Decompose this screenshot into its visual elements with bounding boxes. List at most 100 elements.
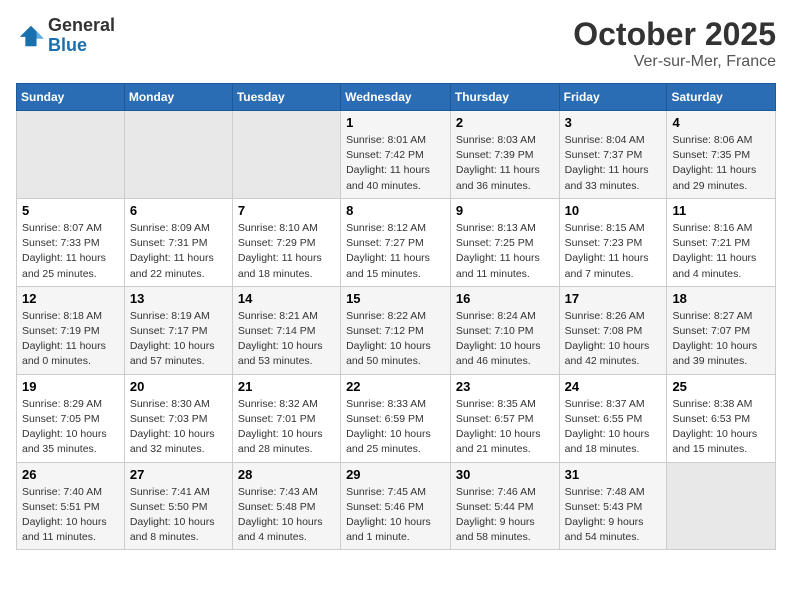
day-info: Sunrise: 8:18 AM Sunset: 7:19 PM Dayligh… xyxy=(22,309,119,370)
day-info: Sunrise: 8:38 AM Sunset: 6:53 PM Dayligh… xyxy=(672,397,770,458)
day-number: 25 xyxy=(672,379,770,394)
day-info: Sunrise: 8:06 AM Sunset: 7:35 PM Dayligh… xyxy=(672,133,770,194)
calendar-body: 1Sunrise: 8:01 AM Sunset: 7:42 PM Daylig… xyxy=(17,111,776,550)
day-cell: 29Sunrise: 7:45 AM Sunset: 5:46 PM Dayli… xyxy=(341,462,451,550)
day-number: 4 xyxy=(672,115,770,130)
day-cell: 1Sunrise: 8:01 AM Sunset: 7:42 PM Daylig… xyxy=(341,111,451,199)
week-row-3: 12 Sunrise: 8:18 AM Sunset: 7:19 PM Dayli… xyxy=(17,286,776,374)
day-number: 7 xyxy=(238,203,335,218)
day-cell xyxy=(17,111,125,199)
day-cell: 22 Sunrise: 8:33 AM Sunset: 6:59 PM Dayli… xyxy=(341,374,451,462)
day-cell: 15 Sunrise: 8:22 AM Sunset: 7:12 PM Dayli… xyxy=(341,286,451,374)
day-cell: 24 Sunrise: 8:37 AM Sunset: 6:55 PM Dayli… xyxy=(559,374,667,462)
day-info: Sunrise: 8:19 AM Sunset: 7:17 PM Dayligh… xyxy=(130,309,227,370)
day-info: Sunrise: 8:13 AM Sunset: 7:25 PM Dayligh… xyxy=(456,221,554,282)
day-number: 31 xyxy=(565,467,662,482)
day-number: 15 xyxy=(346,291,445,306)
day-number: 21 xyxy=(238,379,335,394)
header-cell-friday: Friday xyxy=(559,84,667,111)
day-info: Sunrise: 8:27 AM Sunset: 7:07 PM Dayligh… xyxy=(672,309,770,370)
day-info: Sunrise: 7:46 AM Sunset: 5:44 PM Dayligh… xyxy=(456,485,554,546)
header-cell-wednesday: Wednesday xyxy=(341,84,451,111)
day-cell: 11 Sunrise: 8:16 AM Sunset: 7:21 PM Dayli… xyxy=(667,198,776,286)
day-info: Sunrise: 8:24 AM Sunset: 7:10 PM Dayligh… xyxy=(456,309,554,370)
day-cell: 31 Sunrise: 7:48 AM Sunset: 5:43 PM Dayli… xyxy=(559,462,667,550)
day-info: Sunrise: 8:29 AM Sunset: 7:05 PM Dayligh… xyxy=(22,397,119,458)
day-info: Sunrise: 8:21 AM Sunset: 7:14 PM Dayligh… xyxy=(238,309,335,370)
day-info: Sunrise: 8:07 AM Sunset: 7:33 PM Dayligh… xyxy=(22,221,119,282)
day-info: Sunrise: 8:12 AM Sunset: 7:27 PM Dayligh… xyxy=(346,221,445,282)
day-cell: 26 Sunrise: 7:40 AM Sunset: 5:51 PM Dayli… xyxy=(17,462,125,550)
logo-text: General Blue xyxy=(48,16,115,56)
day-number: 3 xyxy=(565,115,662,130)
day-info: Sunrise: 7:48 AM Sunset: 5:43 PM Dayligh… xyxy=(565,485,662,546)
day-number: 20 xyxy=(130,379,227,394)
day-number: 24 xyxy=(565,379,662,394)
day-info: Sunrise: 7:41 AM Sunset: 5:50 PM Dayligh… xyxy=(130,485,227,546)
day-cell: 14Sunrise: 8:21 AM Sunset: 7:14 PM Dayli… xyxy=(232,286,340,374)
week-row-4: 19 Sunrise: 8:29 AM Sunset: 7:05 PM Dayli… xyxy=(17,374,776,462)
day-number: 22 xyxy=(346,379,445,394)
day-info: Sunrise: 7:40 AM Sunset: 5:51 PM Dayligh… xyxy=(22,485,119,546)
day-cell: 3Sunrise: 8:04 AM Sunset: 7:37 PM Daylig… xyxy=(559,111,667,199)
day-info: Sunrise: 8:09 AM Sunset: 7:31 PM Dayligh… xyxy=(130,221,227,282)
header-row: SundayMondayTuesdayWednesdayThursdayFrid… xyxy=(17,84,776,111)
week-row-2: 5 Sunrise: 8:07 AM Sunset: 7:33 PM Daylig… xyxy=(17,198,776,286)
month-title: October 2025 xyxy=(573,16,776,53)
day-info: Sunrise: 8:26 AM Sunset: 7:08 PM Dayligh… xyxy=(565,309,662,370)
day-cell xyxy=(124,111,232,199)
day-cell: 20 Sunrise: 8:30 AM Sunset: 7:03 PM Dayli… xyxy=(124,374,232,462)
day-cell: 23Sunrise: 8:35 AM Sunset: 6:57 PM Dayli… xyxy=(450,374,559,462)
day-number: 10 xyxy=(565,203,662,218)
day-cell: 17 Sunrise: 8:26 AM Sunset: 7:08 PM Dayli… xyxy=(559,286,667,374)
day-cell xyxy=(667,462,776,550)
day-cell: 30 Sunrise: 7:46 AM Sunset: 5:44 PM Dayli… xyxy=(450,462,559,550)
logo-general: General xyxy=(48,16,115,36)
day-cell: 8Sunrise: 8:12 AM Sunset: 7:27 PM Daylig… xyxy=(341,198,451,286)
week-row-5: 26 Sunrise: 7:40 AM Sunset: 5:51 PM Dayli… xyxy=(17,462,776,550)
day-number: 11 xyxy=(672,203,770,218)
day-info: Sunrise: 8:30 AM Sunset: 7:03 PM Dayligh… xyxy=(130,397,227,458)
day-info: Sunrise: 8:33 AM Sunset: 6:59 PM Dayligh… xyxy=(346,397,445,458)
day-number: 6 xyxy=(130,203,227,218)
day-number: 9 xyxy=(456,203,554,218)
day-number: 19 xyxy=(22,379,119,394)
day-info: Sunrise: 8:32 AM Sunset: 7:01 PM Dayligh… xyxy=(238,397,335,458)
day-number: 26 xyxy=(22,467,119,482)
day-number: 27 xyxy=(130,467,227,482)
header-cell-sunday: Sunday xyxy=(17,84,125,111)
day-number: 1 xyxy=(346,115,445,130)
day-number: 5 xyxy=(22,203,119,218)
week-row-1: 1Sunrise: 8:01 AM Sunset: 7:42 PM Daylig… xyxy=(17,111,776,199)
day-info: Sunrise: 7:43 AM Sunset: 5:48 PM Dayligh… xyxy=(238,485,335,546)
day-number: 16 xyxy=(456,291,554,306)
header-cell-thursday: Thursday xyxy=(450,84,559,111)
location: Ver-sur-Mer, France xyxy=(573,53,776,71)
day-cell: 12 Sunrise: 8:18 AM Sunset: 7:19 PM Dayli… xyxy=(17,286,125,374)
day-cell: 6 Sunrise: 8:09 AM Sunset: 7:31 PM Daylig… xyxy=(124,198,232,286)
day-number: 30 xyxy=(456,467,554,482)
day-number: 17 xyxy=(565,291,662,306)
logo: General Blue xyxy=(16,16,115,56)
day-cell: 9 Sunrise: 8:13 AM Sunset: 7:25 PM Daylig… xyxy=(450,198,559,286)
day-number: 12 xyxy=(22,291,119,306)
calendar-table: SundayMondayTuesdayWednesdayThursdayFrid… xyxy=(16,83,776,550)
logo-blue: Blue xyxy=(48,36,115,56)
day-info: Sunrise: 8:37 AM Sunset: 6:55 PM Dayligh… xyxy=(565,397,662,458)
day-info: Sunrise: 8:22 AM Sunset: 7:12 PM Dayligh… xyxy=(346,309,445,370)
day-cell: 4 Sunrise: 8:06 AM Sunset: 7:35 PM Daylig… xyxy=(667,111,776,199)
day-number: 28 xyxy=(238,467,335,482)
day-cell: 21 Sunrise: 8:32 AM Sunset: 7:01 PM Dayli… xyxy=(232,374,340,462)
header-cell-tuesday: Tuesday xyxy=(232,84,340,111)
day-number: 23 xyxy=(456,379,554,394)
day-cell: 16 Sunrise: 8:24 AM Sunset: 7:10 PM Dayli… xyxy=(450,286,559,374)
page-header: General Blue October 2025 Ver-sur-Mer, F… xyxy=(16,16,776,71)
day-cell: 19 Sunrise: 8:29 AM Sunset: 7:05 PM Dayli… xyxy=(17,374,125,462)
day-info: Sunrise: 8:15 AM Sunset: 7:23 PM Dayligh… xyxy=(565,221,662,282)
day-number: 2 xyxy=(456,115,554,130)
day-info: Sunrise: 8:16 AM Sunset: 7:21 PM Dayligh… xyxy=(672,221,770,282)
day-number: 29 xyxy=(346,467,445,482)
logo-icon xyxy=(16,22,44,50)
header-cell-monday: Monday xyxy=(124,84,232,111)
day-info: Sunrise: 8:03 AM Sunset: 7:39 PM Dayligh… xyxy=(456,133,554,194)
